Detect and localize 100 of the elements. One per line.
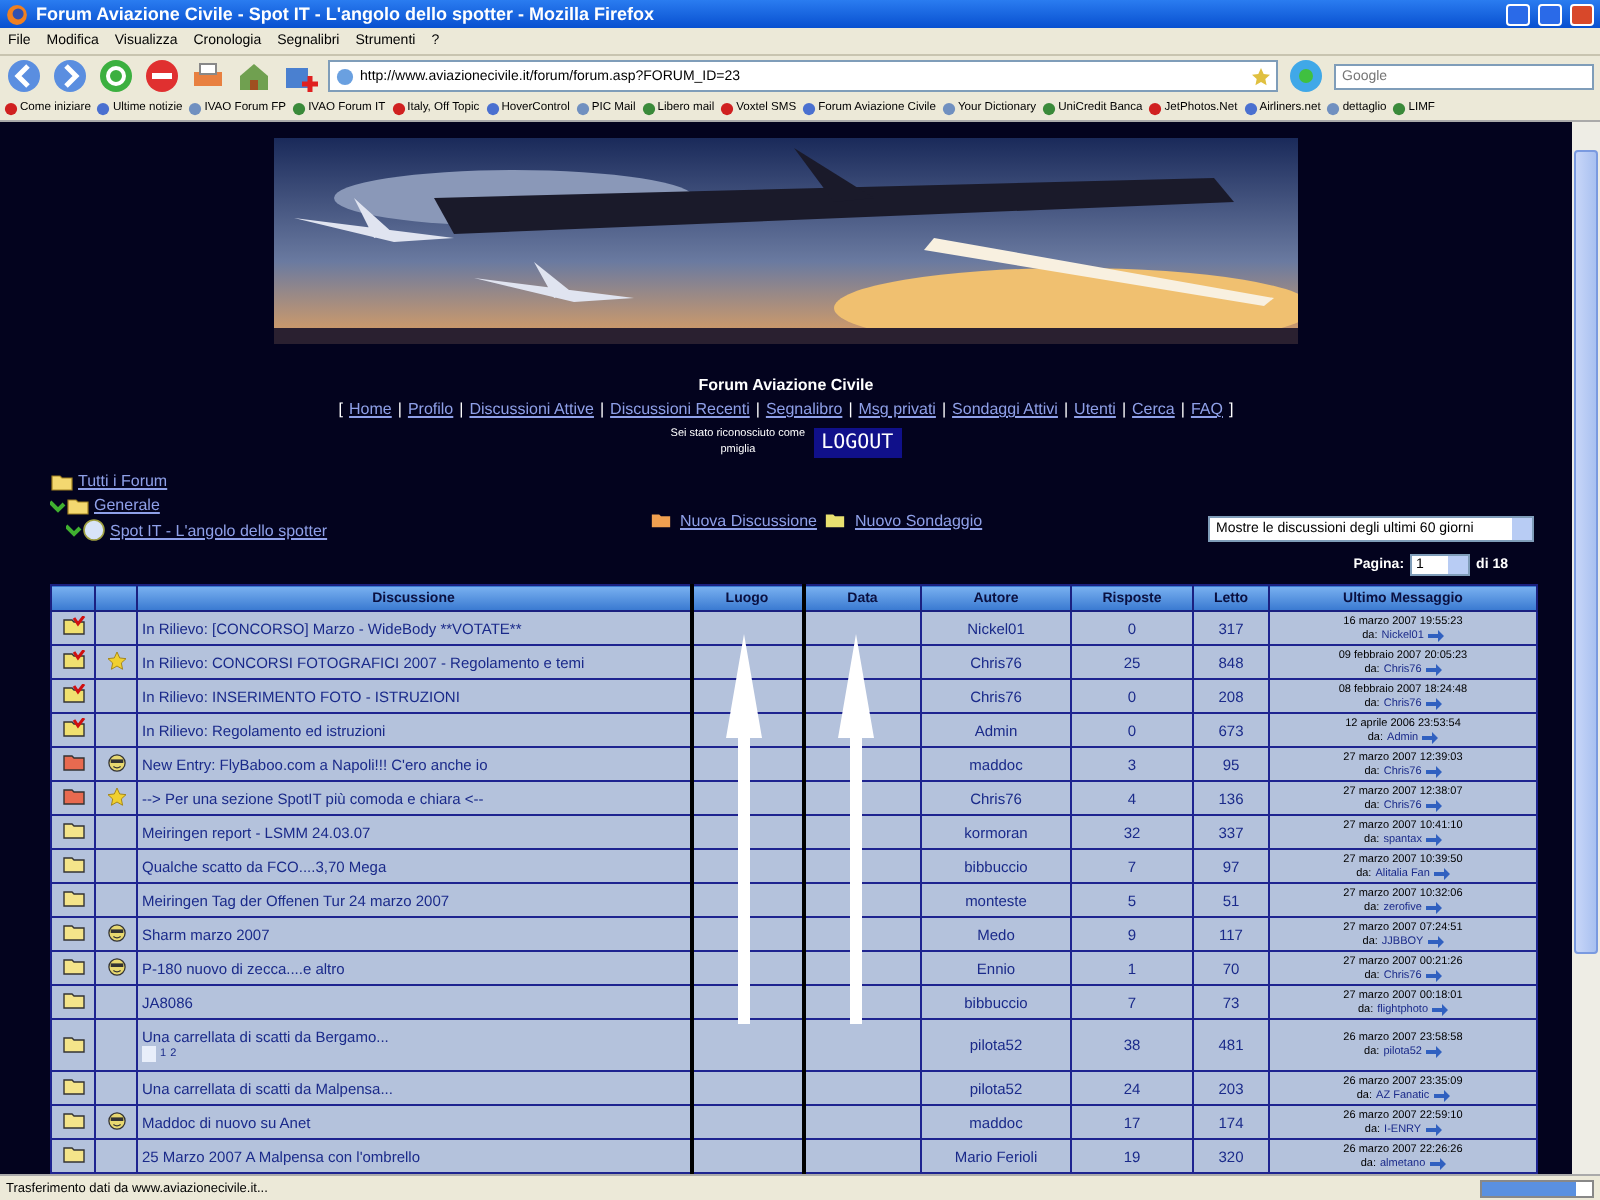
- arrow-icon[interactable]: [1429, 1157, 1446, 1169]
- star-icon: [107, 651, 125, 669]
- header-cell: [95, 585, 137, 611]
- arrow-icon[interactable]: [1425, 833, 1442, 845]
- folder-icon: [61, 752, 85, 772]
- site-title: Forum Aviazione Civile: [698, 376, 874, 394]
- smiley-icon: [107, 957, 125, 975]
- bookmark-icon: [720, 101, 735, 115]
- back-icon[interactable]: [6, 58, 42, 94]
- arrow-icon[interactable]: [1425, 697, 1442, 709]
- bookmark-icon: [391, 101, 406, 115]
- separator: |: [1121, 400, 1127, 418]
- bracket: [: [338, 400, 344, 418]
- scroll-thumb[interactable]: [1574, 150, 1598, 954]
- arrow-icon[interactable]: [1422, 731, 1439, 743]
- home-icon[interactable]: [236, 58, 272, 94]
- nav-link[interactable]: Home: [349, 400, 392, 418]
- bookmark-icon: [641, 101, 656, 115]
- arrow-icon[interactable]: [1425, 663, 1442, 675]
- arrow-icon[interactable]: [1425, 765, 1442, 777]
- sticky-folder-icon: [61, 718, 85, 738]
- separator: |: [459, 400, 464, 418]
- minimize-button[interactable]: [1506, 3, 1530, 25]
- header-cell: [51, 585, 95, 611]
- bookmark-icon: [941, 101, 956, 115]
- bookmark-icon: [575, 101, 590, 115]
- reload-icon[interactable]: [98, 58, 134, 94]
- nav-link[interactable]: FAQ: [1190, 400, 1223, 418]
- sticky-folder-icon: [61, 650, 85, 670]
- arrow-icon[interactable]: [1425, 799, 1442, 811]
- smiley-icon: [107, 923, 125, 941]
- separator: |: [599, 400, 605, 418]
- arrow-icon[interactable]: [1432, 1003, 1449, 1015]
- breadcrumb-link[interactable]: Tutti i Forum: [78, 472, 168, 490]
- bookmark-icon: [1243, 101, 1258, 115]
- arrow-icon[interactable]: [1427, 629, 1444, 641]
- nav-link[interactable]: Msg privati: [858, 400, 936, 418]
- bookmark-icon: [96, 101, 111, 115]
- nav-link[interactable]: Discussioni Attive: [469, 400, 594, 418]
- folder-icon: [61, 956, 85, 976]
- bookmark-icon: [1326, 101, 1341, 115]
- arrow-icon[interactable]: [1433, 1089, 1450, 1101]
- nav-link[interactable]: Utenti: [1074, 400, 1116, 418]
- action-link[interactable]: Nuovo Sondaggio: [854, 511, 983, 529]
- arrow-icon[interactable]: [1425, 1123, 1442, 1135]
- separator: |: [755, 400, 760, 418]
- breadcrumb-link[interactable]: Generale: [94, 496, 160, 514]
- stop-icon[interactable]: [144, 58, 180, 94]
- bookmark-icon: [188, 101, 203, 115]
- logout-button[interactable]: LOGOUT: [813, 427, 902, 457]
- close-button[interactable]: [1570, 3, 1594, 25]
- folder-icon: [61, 786, 85, 806]
- nav-link[interactable]: Sondaggi Attivi: [952, 400, 1058, 418]
- action-link[interactable]: Nuova Discussione: [680, 511, 817, 529]
- folder-icon: [61, 854, 85, 874]
- separator: |: [941, 400, 947, 418]
- arrow-icon[interactable]: [1425, 1046, 1442, 1058]
- folder-arrow-icon: [50, 494, 90, 516]
- arrow-icon[interactable]: [1427, 935, 1444, 947]
- smiley-icon: [107, 753, 125, 771]
- nav-link[interactable]: Discussioni Recenti: [610, 400, 750, 418]
- arrow-icon[interactable]: [1425, 901, 1442, 913]
- bookmark-icon: [292, 101, 307, 115]
- folder-icon: [61, 1144, 85, 1164]
- bookmark-icon: [4, 101, 18, 115]
- arrow-icon[interactable]: [1433, 867, 1450, 879]
- go-icon[interactable]: [1288, 58, 1324, 94]
- arrow-icon[interactable]: [1425, 969, 1442, 981]
- folder-icon: [50, 470, 74, 492]
- bookmark-star-icon: [1252, 67, 1270, 85]
- bookmark-icon: [1042, 101, 1057, 115]
- bookmark-icon: [485, 101, 500, 115]
- folder-icon: [61, 1076, 85, 1096]
- nav-link[interactable]: Cerca: [1132, 400, 1175, 418]
- nav-link[interactable]: Segnalibro: [765, 400, 843, 418]
- folder-icon: [61, 1110, 85, 1130]
- folder-icon: [61, 922, 85, 942]
- breadcrumb-link[interactable]: Spot IT - L'angolo dello spotter: [110, 521, 328, 539]
- sticky-folder-icon: [61, 616, 85, 636]
- separator: |: [1063, 400, 1069, 418]
- separator: |: [1180, 400, 1185, 418]
- sticky-folder-icon: [61, 684, 85, 704]
- forum-arrow-icon: [66, 518, 106, 542]
- folder-icon: [61, 820, 85, 840]
- bookmark-icon: [802, 101, 817, 115]
- bracket: ]: [1228, 400, 1234, 418]
- page-icon: [142, 1046, 156, 1062]
- separator: |: [397, 400, 402, 418]
- window-title: Forum Aviazione Civile - Spot IT - L'angolo dello spotter - Mozilla Firefox: [36, 4, 656, 24]
- bookmark-icon: [1392, 101, 1407, 115]
- separator: |: [848, 400, 853, 418]
- poll-icon: [824, 510, 847, 530]
- folder-icon: [61, 888, 85, 908]
- forward-icon[interactable]: [52, 58, 88, 94]
- browser-logo-icon: [6, 3, 28, 25]
- nav-link[interactable]: Profilo: [407, 400, 454, 418]
- folder-icon: [650, 510, 672, 530]
- maximize-button[interactable]: [1538, 3, 1562, 25]
- globe-icon: [336, 67, 354, 85]
- folder-icon: [61, 1033, 85, 1053]
